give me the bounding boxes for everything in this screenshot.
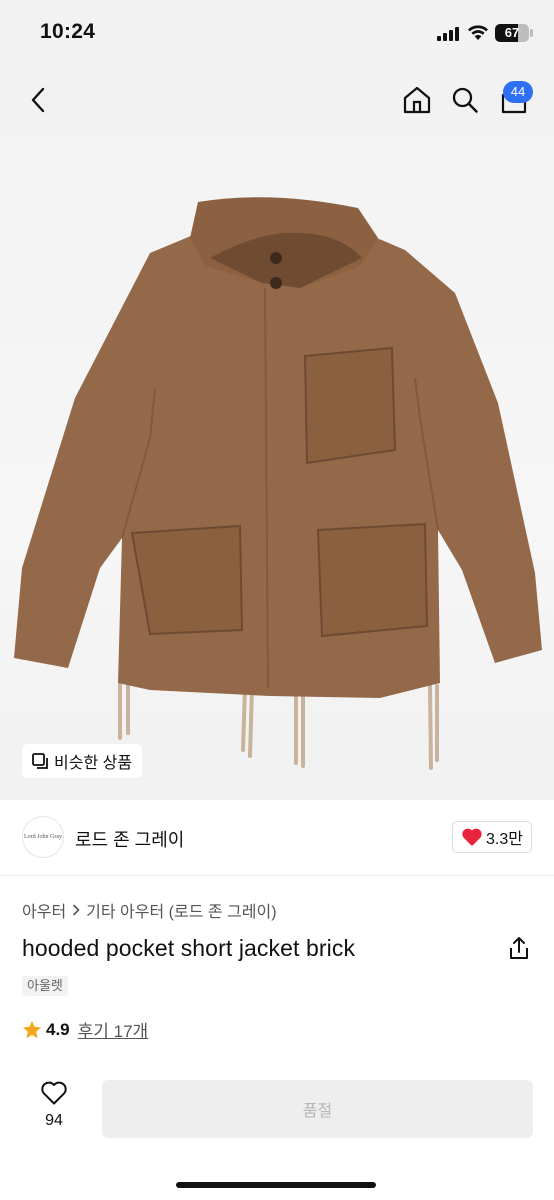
breadcrumb: 아우터 기타 아우터 (로드 존 그레이) <box>22 898 277 922</box>
home-icon <box>403 86 431 114</box>
rating-value: 4.9 <box>46 1019 70 1039</box>
product-title: hooded pocket short jacket brick <box>22 935 356 961</box>
search-button[interactable] <box>447 80 483 120</box>
brand-like-button[interactable]: 3.3만 <box>452 821 532 853</box>
copy-icon <box>32 753 48 769</box>
sold-out-button[interactable]: 품절 <box>102 1080 533 1138</box>
share-button[interactable] <box>506 935 532 961</box>
similar-products-button[interactable]: 비슷한 상품 <box>22 744 143 778</box>
similar-products-label: 비슷한 상품 <box>54 755 133 772</box>
breadcrumb-item-outer[interactable]: 아우터 <box>22 898 66 922</box>
battery-percent: 67 <box>504 25 520 40</box>
reviews-link[interactable]: 후기 17개 <box>78 1017 149 1042</box>
breadcrumb-item-other-outer[interactable]: 기타 아우터 (로드 존 그레이) <box>86 898 276 922</box>
chevron-left-icon <box>31 87 45 113</box>
brand-name[interactable]: 로드 존 그레이 <box>75 826 184 852</box>
home-indicator <box>176 1182 376 1188</box>
brand-logo-text: Lord John Gray <box>24 834 62 840</box>
brand-like-count: 3.3만 <box>486 831 523 848</box>
nav-bar <box>0 62 554 138</box>
chevron-right-icon <box>73 904 80 916</box>
outlet-tag: 아울렛 <box>22 976 68 996</box>
rating-row: 4.9 후기 17개 <box>22 1017 148 1042</box>
battery-tip <box>530 29 533 37</box>
wifi-icon <box>468 25 488 40</box>
status-bar: 10:24 67 <box>0 0 554 62</box>
jacket-body <box>14 230 542 698</box>
star-icon <box>23 1020 41 1038</box>
back-button[interactable] <box>20 80 56 120</box>
wishlist-count: 94 <box>45 1112 63 1129</box>
heart-icon <box>462 828 482 846</box>
jacket-illustration <box>14 197 542 770</box>
cart-count-badge: 44 <box>503 81 533 103</box>
search-icon <box>452 87 478 113</box>
right-pocket <box>316 522 429 638</box>
brand-row: Lord John Gray 로드 존 그레이 3.3만 <box>0 800 554 876</box>
brand-logo[interactable]: Lord John Gray <box>22 816 64 858</box>
left-pocket <box>130 524 244 636</box>
product-image[interactable]: 비슷한 상품 <box>0 138 554 800</box>
status-time: 10:24 <box>40 20 96 43</box>
signal-icon <box>437 27 459 41</box>
wishlist-button[interactable]: 94 <box>34 1080 74 1138</box>
share-icon <box>510 937 528 959</box>
battery-icon: 67 <box>495 24 529 42</box>
home-button[interactable] <box>399 80 435 120</box>
chest-pocket <box>303 346 397 465</box>
heart-outline-icon <box>41 1081 67 1105</box>
